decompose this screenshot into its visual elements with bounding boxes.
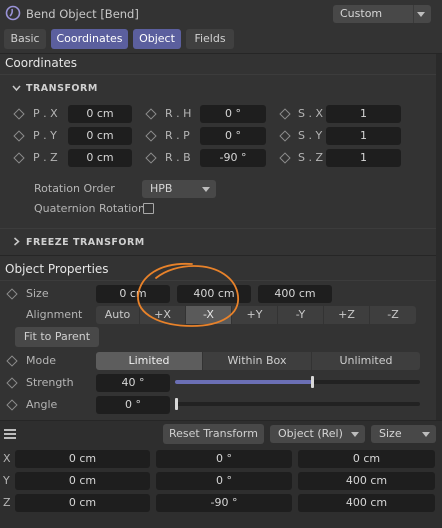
chevron-down-icon xyxy=(202,187,210,192)
bottom-pos-z-field[interactable]: 0 cm xyxy=(15,494,150,512)
rotation-order-value: HPB xyxy=(150,182,173,195)
s-y-label: S . Y xyxy=(298,129,323,142)
bend-object-icon xyxy=(5,5,21,21)
p-y-label: P . Y xyxy=(33,129,57,142)
menu-icon[interactable] xyxy=(4,429,16,439)
bottom-size-z-field[interactable]: 400 cm xyxy=(298,494,435,512)
tab-basic[interactable]: Basic xyxy=(4,29,46,49)
bottom-pos-x-field[interactable]: 0 cm xyxy=(15,450,150,468)
rotation-order-label: Rotation Order xyxy=(34,182,115,195)
keyframe-diamond-icon[interactable] xyxy=(145,108,157,120)
p-z-label: P . Z xyxy=(33,151,58,164)
r-b-label: R . B xyxy=(165,151,191,164)
bottom-rot-z-field[interactable]: -90 ° xyxy=(156,494,292,512)
chevron-right-icon[interactable] xyxy=(13,237,20,246)
quaternion-rotation-label: Quaternion Rotation xyxy=(34,202,146,215)
s-z-field[interactable]: 1 xyxy=(326,149,401,167)
alignment-minus-y[interactable]: -Y xyxy=(278,306,323,324)
r-p-label: R . P xyxy=(165,129,190,142)
mode-within-box[interactable]: Within Box xyxy=(203,352,311,370)
strength-field[interactable]: 40 ° xyxy=(96,374,170,392)
keyframe-diamond-icon[interactable] xyxy=(279,152,291,164)
strength-slider-fill xyxy=(175,380,313,384)
coordinate-mode-value: Object (Rel) xyxy=(278,427,343,440)
r-p-field[interactable]: 0 ° xyxy=(200,127,266,145)
r-h-field[interactable]: 0 ° xyxy=(200,105,266,123)
keyframe-diamond-icon[interactable] xyxy=(6,399,18,411)
bottom-rot-x-field[interactable]: 0 ° xyxy=(156,450,292,468)
chevron-down-icon[interactable] xyxy=(12,84,21,92)
p-x-label: P . X xyxy=(33,107,58,120)
keyframe-diamond-icon[interactable] xyxy=(6,377,18,389)
freeze-transform-label[interactable]: FREEZE TRANSFORM xyxy=(26,237,145,248)
header-bar: Bend Object [Bend] Custom xyxy=(0,0,442,28)
chevron-down-icon xyxy=(351,432,359,437)
angle-slider-handle[interactable] xyxy=(175,398,178,410)
object-title: Bend Object [Bend] xyxy=(26,7,139,21)
s-z-label: S . Z xyxy=(298,151,324,164)
keyframe-diamond-icon[interactable] xyxy=(279,130,291,142)
transform-group-label[interactable]: TRANSFORM xyxy=(26,83,98,94)
p-x-field[interactable]: 0 cm xyxy=(68,105,132,123)
p-z-field[interactable]: 0 cm xyxy=(68,149,132,167)
chevron-down-icon xyxy=(422,432,430,437)
angle-field[interactable]: 0 ° xyxy=(96,396,170,414)
s-x-field[interactable]: 1 xyxy=(326,105,401,123)
strength-slider-handle[interactable] xyxy=(311,376,315,388)
chevron-down-icon xyxy=(417,12,425,17)
mode-limited[interactable]: Limited xyxy=(96,352,202,370)
s-y-field[interactable]: 1 xyxy=(326,127,401,145)
keyframe-diamond-icon[interactable] xyxy=(6,288,18,300)
alignment-plus-z[interactable]: +Z xyxy=(324,306,369,324)
reset-transform-button[interactable]: Reset Transform xyxy=(163,424,264,444)
p-y-field[interactable]: 0 cm xyxy=(68,127,132,145)
keyframe-diamond-icon[interactable] xyxy=(6,355,18,367)
bottom-pos-y-field[interactable]: 0 cm xyxy=(15,472,150,490)
tab-object[interactable]: Object xyxy=(133,29,181,49)
angle-slider-track[interactable] xyxy=(175,398,420,410)
bottom-rot-y-field[interactable]: 0 ° xyxy=(156,472,292,490)
alignment-label: Alignment xyxy=(26,308,83,321)
scrollbar[interactable] xyxy=(436,54,442,420)
s-x-label: S . X xyxy=(298,107,324,120)
r-b-field[interactable]: -90 ° xyxy=(200,149,266,167)
size-mode-dropdown[interactable]: Size xyxy=(371,425,436,443)
alignment-minus-z[interactable]: -Z xyxy=(370,306,416,324)
fit-to-parent-button[interactable]: Fit to Parent xyxy=(15,327,99,347)
keyframe-diamond-icon[interactable] xyxy=(145,152,157,164)
size-label: Size xyxy=(26,287,49,300)
strength-slider-track[interactable] xyxy=(175,376,420,388)
strength-label: Strength xyxy=(26,376,74,389)
bottom-size-x-field[interactable]: 0 cm xyxy=(298,450,435,468)
mode-unlimited[interactable]: Unlimited xyxy=(312,352,420,370)
coordinates-section-title: Coordinates xyxy=(5,56,78,70)
keyframe-diamond-icon[interactable] xyxy=(13,108,25,120)
quaternion-checkbox[interactable] xyxy=(143,203,154,214)
axis-x-label: X xyxy=(3,452,11,465)
keyframe-diamond-icon[interactable] xyxy=(13,130,25,142)
keyframe-diamond-icon[interactable] xyxy=(13,152,25,164)
axis-y-label: Y xyxy=(3,474,10,487)
annotation-circle xyxy=(137,263,239,327)
rotation-order-dropdown[interactable]: HPB xyxy=(142,180,216,198)
keyframe-diamond-icon[interactable] xyxy=(145,130,157,142)
keyframe-diamond-icon[interactable] xyxy=(279,108,291,120)
coordinate-mode-dropdown[interactable]: Object (Rel) xyxy=(270,425,365,443)
preset-label: Custom xyxy=(340,7,383,20)
tab-fields[interactable]: Fields xyxy=(186,29,234,49)
mode-label: Mode xyxy=(26,354,56,367)
tab-coordinates[interactable]: Coordinates xyxy=(51,29,128,49)
axis-z-label: Z xyxy=(3,496,11,509)
angle-label: Angle xyxy=(26,398,58,411)
r-h-label: R . H xyxy=(165,107,192,120)
object-properties-title: Object Properties xyxy=(5,262,109,276)
preset-dropdown[interactable]: Custom xyxy=(333,5,431,23)
size-mode-value: Size xyxy=(379,427,402,440)
size-z-field[interactable]: 400 cm xyxy=(258,285,332,303)
bottom-size-y-field[interactable]: 400 cm xyxy=(298,472,435,490)
